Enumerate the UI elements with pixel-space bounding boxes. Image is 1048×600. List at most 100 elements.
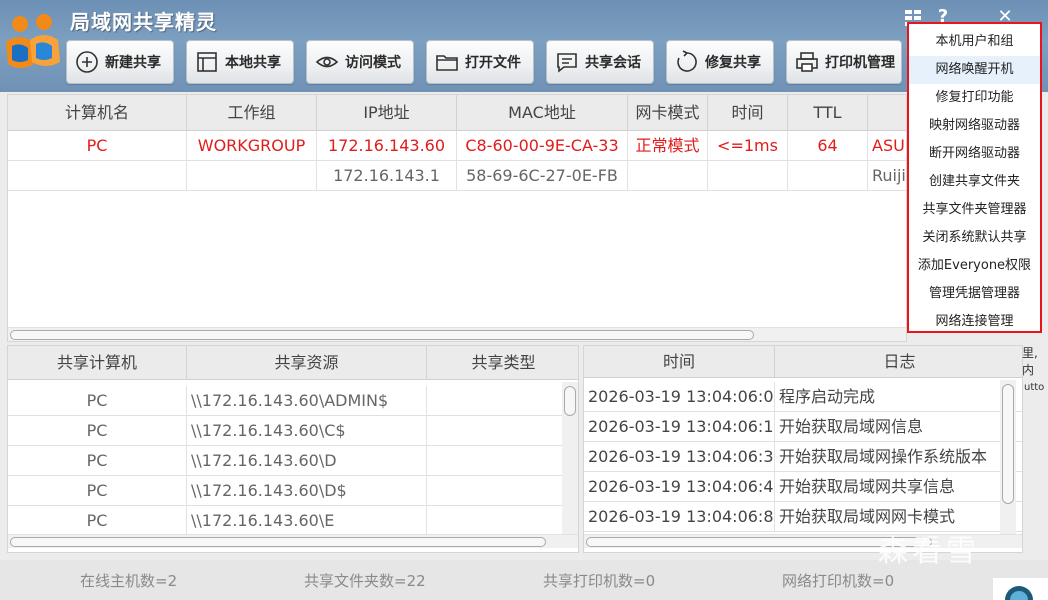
cell-type [427,506,562,536]
printer-icon [796,52,818,72]
cell-resource: \\172.16.143.60\C$ [187,416,427,446]
shares-horizontal-scrollbar[interactable] [8,534,578,548]
col-log-message[interactable]: 日志 [775,346,1022,378]
open-file-button[interactable]: 打开文件 [426,40,534,84]
cell-name [8,161,187,191]
shares-table-header: 共享计算机 共享资源 共享类型 [8,346,578,380]
menu-item-wake-on-lan[interactable]: 网络唤醒开机 [909,56,1040,84]
share-session-button[interactable]: 共享会话 [546,40,654,84]
table-row[interactable]: 2026-03-19 13:04:06:009 程序启动完成 [584,382,1022,412]
cell-computer: PC [8,446,187,476]
shared-printers-count: 共享打印机数=0 [543,572,656,590]
log-table-header: 时间 日志 [584,346,1022,378]
local-share-button[interactable]: 本地共享 [186,40,294,84]
table-row[interactable]: 2026-03-19 13:04:06:128 开始获取局域网信息 [584,412,1022,442]
table-row[interactable]: PC \\172.16.143.60\C$ [8,416,578,446]
folder-icon [436,55,458,71]
cell-log-time: 2026-03-19 13:04:06:823 [584,502,775,532]
background-text: utto [1024,382,1045,393]
cell-computer: PC [8,386,187,416]
table-row[interactable]: 172.16.143.1 58-69-6C-27-0E-FB Ruijie [8,161,906,191]
col-nic-mode[interactable]: 网卡模式 [628,95,708,131]
local-share-label: 本地共享 [225,55,281,71]
menu-item-network-connections[interactable]: 网络连接管理 [909,308,1040,336]
cell-ip: 172.16.143.1 [317,161,457,191]
cell-resource: \\172.16.143.60\D [187,446,427,476]
app-title: 局域网共享精灵 [70,10,217,34]
scroll-thumb[interactable] [10,537,546,547]
shared-folders-count: 共享文件夹数=22 [304,572,426,590]
table-row[interactable]: PC \\172.16.143.60\ADMIN$ [8,386,578,416]
network-printers-count: 网络打印机数=0 [782,572,895,590]
col-workgroup[interactable]: 工作组 [187,95,317,131]
title-bar: 局域网共享精灵 ? ✕ 新建共享 本地共享 访问模式 打开文件 共享会话 修复共… [0,0,1048,92]
cell-mode: 正常模式 [628,131,708,161]
open-file-label: 打开文件 [465,55,521,71]
col-mac[interactable]: MAC地址 [457,95,628,131]
table-row[interactable]: 2026-03-19 13:04:06:325 开始获取局域网操作系统版本 [584,442,1022,472]
new-share-button[interactable]: 新建共享 [66,40,174,84]
col-time[interactable]: 时间 [708,95,788,131]
cell-type [427,476,562,506]
scroll-thumb[interactable] [564,386,576,416]
chat-icon [557,53,577,73]
table-row[interactable]: PC \\172.16.143.60\D$ [8,476,578,506]
cell-ttl: 64 [788,131,868,161]
menu-item-map-drive[interactable]: 映射网络驱动器 [909,112,1040,140]
plus-circle-icon [76,51,98,73]
table-row[interactable]: 2026-03-19 13:04:06:432 开始获取局域网共享信息 [584,472,1022,502]
cell-log-time: 2026-03-19 13:04:06:325 [584,442,775,472]
cell-computer: PC [8,416,187,446]
cell-time [708,161,788,191]
col-computer-name[interactable]: 计算机名 [8,95,187,131]
menu-item-share-folder-manager[interactable]: 共享文件夹管理器 [909,196,1040,224]
cell-computer: PC [8,506,187,536]
col-ttl[interactable]: TTL [788,95,868,131]
tray-icon [993,578,1048,600]
cell-resource: \\172.16.143.60\ADMIN$ [187,386,427,416]
menu-item-credential-manager[interactable]: 管理凭据管理器 [909,280,1040,308]
scroll-thumb[interactable] [1002,384,1014,504]
menu-item-repair-print[interactable]: 修复打印功能 [909,84,1040,112]
cell-computer: PC [8,476,187,506]
printer-manage-label: 打印机管理 [825,55,895,71]
tools-popup-menu: 本机用户和组 网络唤醒开机 修复打印功能 映射网络驱动器 断开网络驱动器 创建共… [907,22,1042,333]
table-row[interactable]: PC WORKGROUP 172.16.143.60 C8-60-00-9E-C… [8,131,906,161]
hosts-table-header: 计算机名 工作组 IP地址 MAC地址 网卡模式 时间 TTL [8,95,906,131]
cell-ttl [788,161,868,191]
cell-name: PC [8,131,187,161]
menu-item-disconnect-drive[interactable]: 断开网络驱动器 [909,140,1040,168]
repair-share-button[interactable]: 修复共享 [666,40,774,84]
col-share-computer[interactable]: 共享计算机 [8,346,187,380]
cell-resource: \\172.16.143.60\D$ [187,476,427,506]
menu-item-disable-default-share[interactable]: 关闭系统默认共享 [909,224,1040,252]
access-mode-button[interactable]: 访问模式 [306,40,414,84]
menu-item-local-users[interactable]: 本机用户和组 [909,28,1040,56]
cell-mode [628,161,708,191]
table-row[interactable]: PC \\172.16.143.60\E [8,506,578,536]
shares-table: 共享计算机 共享资源 共享类型 PC \\172.16.143.60\ADMIN… [7,345,579,553]
col-ip[interactable]: IP地址 [317,95,457,131]
cell-mac: 58-69-6C-27-0E-FB [457,161,628,191]
watermark: 森看雪 [878,534,980,569]
printer-manage-button[interactable]: 打印机管理 [786,40,902,84]
log-vertical-scrollbar[interactable] [1000,380,1016,534]
cell-ip: 172.16.143.60 [317,131,457,161]
menu-item-create-share-folder[interactable]: 创建共享文件夹 [909,168,1040,196]
cell-log-time: 2026-03-19 13:04:06:009 [584,382,775,412]
cell-extra: Ruijie [872,166,906,185]
col-extra[interactable] [868,95,906,131]
eye-icon [315,56,339,68]
menu-item-add-everyone[interactable]: 添加Everyone权限 [909,252,1040,280]
hosts-horizontal-scrollbar[interactable] [8,327,906,341]
cell-log-message: 开始获取局域网操作系统版本 [779,447,988,466]
table-row[interactable]: PC \\172.16.143.60\D [8,446,578,476]
cell-log-time: 2026-03-19 13:04:06:128 [584,412,775,442]
access-mode-label: 访问模式 [345,55,401,71]
shares-vertical-scrollbar[interactable] [562,382,578,534]
scroll-thumb[interactable] [10,330,754,340]
col-log-time[interactable]: 时间 [584,346,775,378]
refresh-icon [677,50,697,72]
col-share-type[interactable]: 共享类型 [427,346,578,380]
col-share-resource[interactable]: 共享资源 [187,346,427,380]
